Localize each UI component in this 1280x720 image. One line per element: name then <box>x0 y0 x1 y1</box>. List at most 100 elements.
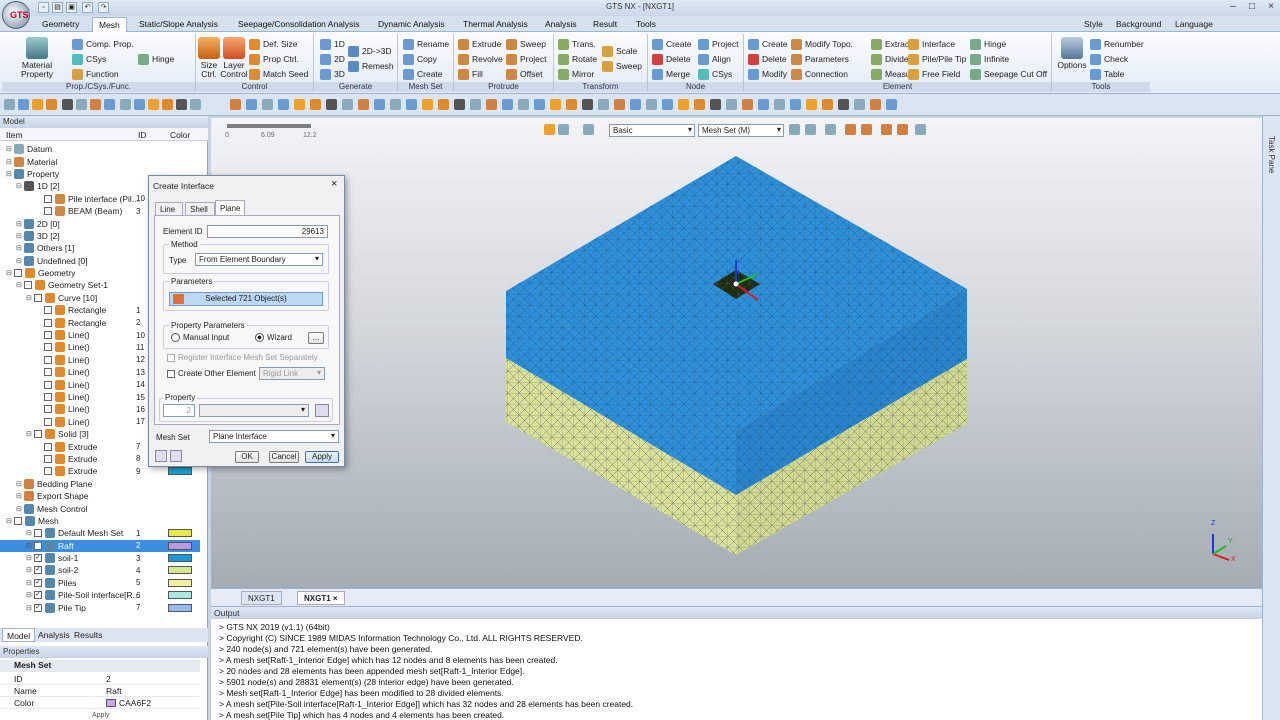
close-icon[interactable]: × <box>1262 0 1280 14</box>
expand-icon[interactable]: ⊟ <box>6 145 14 153</box>
toolbar-icon[interactable] <box>104 99 115 110</box>
toolbar-icon[interactable] <box>518 99 529 110</box>
csys-button[interactable]: CSys <box>72 52 106 66</box>
expand-icon[interactable]: ⊟ <box>16 480 24 488</box>
visibility-checkbox[interactable] <box>44 318 52 327</box>
toolbar-icon[interactable] <box>550 99 561 110</box>
expand-icon[interactable]: ⊟ <box>6 170 14 178</box>
toolbar-icon[interactable] <box>534 99 545 110</box>
tree-item[interactable]: ⊟ Bedding Plane <box>0 478 200 490</box>
manual-input-radio[interactable]: Manual Input <box>171 333 229 342</box>
visibility-checkbox[interactable]: ✓ <box>34 566 42 575</box>
column-id[interactable]: ID <box>138 130 147 140</box>
mesh-set-field[interactable]: Plane Interface ▾ <box>209 430 339 443</box>
rigid-link-select[interactable]: Rigid Link ▾ <box>259 367 325 380</box>
extrude-button[interactable]: Extrude <box>458 37 501 51</box>
visibility-checkbox[interactable] <box>44 467 52 476</box>
create-other-element-checkbox[interactable]: Create Other Element <box>167 369 256 378</box>
tree-item[interactable]: ⊟ Mesh <box>0 515 200 527</box>
toolbar-icon[interactable] <box>502 99 513 110</box>
toolbar-icon[interactable] <box>694 99 705 110</box>
toolbar-icon[interactable] <box>566 99 577 110</box>
tab-results[interactable]: Results <box>70 628 106 642</box>
toolbar-icon[interactable] <box>342 99 353 110</box>
infinite-button[interactable]: Infinite <box>970 52 1009 66</box>
node-merge-button[interactable]: Merge <box>652 67 690 81</box>
toolbar-icon[interactable] <box>278 99 289 110</box>
toolbar-icon[interactable] <box>662 99 673 110</box>
element-create-button[interactable]: Create <box>748 37 788 51</box>
comp-prop-button[interactable]: Comp. Prop. <box>72 37 134 51</box>
seepage-cut-off-button[interactable]: Seepage Cut Off <box>970 67 1047 81</box>
tab-dynamic-analysis[interactable]: Dynamic Analysis <box>372 17 451 32</box>
tree-item-color-swatch[interactable] <box>168 591 192 600</box>
property-id-field[interactable]: 2 <box>163 404 195 417</box>
expand-icon[interactable]: ⊟ <box>6 158 14 166</box>
visibility-checkbox[interactable] <box>44 207 52 216</box>
tree-item[interactable]: ⊟ Datum <box>0 143 200 155</box>
toolbar-icon[interactable] <box>294 99 305 110</box>
toolbar-icon[interactable] <box>822 99 833 110</box>
toolbar-icon[interactable] <box>148 99 159 110</box>
tree-item[interactable]: ⊟ ✓ Piles 5 <box>0 577 200 589</box>
def-size-button[interactable]: Def. Size <box>249 37 298 51</box>
toolbar-icon[interactable] <box>454 99 465 110</box>
visibility-checkbox[interactable]: ✓ <box>34 603 42 612</box>
toolbar-icon[interactable] <box>326 99 337 110</box>
visibility-checkbox[interactable] <box>44 393 52 401</box>
toolbar-icon[interactable] <box>854 99 865 110</box>
tree-item-color-swatch[interactable] <box>168 554 192 563</box>
element-hinge-button[interactable]: Hinge <box>970 37 1006 51</box>
node-csys-button[interactable]: CSys <box>698 67 732 81</box>
match-seed-button[interactable]: Match Seed <box>249 67 308 81</box>
expand-icon[interactable]: ⊟ <box>26 604 34 612</box>
minimize-icon[interactable]: – <box>1224 0 1242 14</box>
expand-icon[interactable]: ⊟ <box>6 517 14 525</box>
expand-icon[interactable]: ⊟ <box>26 579 34 587</box>
tab-static-slope-analysis[interactable]: Static/Slope Analysis <box>133 17 224 32</box>
tree-item[interactable]: ⊟ ✓ Raft 2 <box>0 539 200 552</box>
toolbar-icon[interactable] <box>614 99 625 110</box>
expand-icon[interactable]: ⊟ <box>26 430 34 438</box>
tree-item-color-swatch[interactable] <box>168 541 192 550</box>
visibility-checkbox[interactable] <box>44 442 52 451</box>
pile-pile-tip-button[interactable]: Pile/Pile Tip <box>908 52 966 66</box>
toolbar-icon[interactable] <box>134 99 145 110</box>
renumber-button[interactable]: Renumber <box>1090 37 1144 51</box>
material-property-button[interactable]: Material Property <box>6 37 68 79</box>
visibility-checkbox[interactable] <box>44 306 52 315</box>
column-item[interactable]: Item <box>6 130 23 140</box>
tab-tools[interactable]: Tools <box>630 17 662 32</box>
toolbar-icon[interactable] <box>422 99 433 110</box>
generate-2d-to-3d-button[interactable]: 2D->3D <box>348 44 392 58</box>
visibility-checkbox[interactable] <box>44 194 52 203</box>
tab-model[interactable]: Model <box>2 628 36 642</box>
copy-button[interactable]: Copy <box>403 52 437 66</box>
tree-item-color-swatch[interactable] <box>168 578 192 587</box>
options-button[interactable]: Options <box>1054 37 1090 70</box>
ok-button[interactable]: OK <box>235 451 259 463</box>
close-icon[interactable]: × <box>333 594 338 603</box>
redo-icon[interactable]: ↷ <box>98 2 109 13</box>
visibility-checkbox[interactable] <box>44 417 52 426</box>
tree-item[interactable]: ⊟ Material <box>0 155 200 167</box>
tab-result[interactable]: Result <box>587 17 623 32</box>
tab-line[interactable]: Line <box>155 202 183 215</box>
wizard-more-button[interactable]: ... <box>308 332 324 344</box>
register-separately-checkbox[interactable]: Register Interface Mesh Set Separately <box>167 353 318 362</box>
visibility-checkbox[interactable] <box>24 281 32 290</box>
visibility-checkbox[interactable] <box>44 454 52 463</box>
tree-item-color-swatch[interactable] <box>168 566 192 575</box>
extract-button[interactable]: Extract <box>871 37 911 51</box>
transform-sweep-button[interactable]: Sweep <box>602 59 642 73</box>
rename-button[interactable]: Rename <box>403 37 449 51</box>
visibility-checkbox[interactable] <box>34 529 42 538</box>
hinge-button[interactable]: Hinge <box>138 52 174 66</box>
visibility-checkbox[interactable] <box>14 516 22 525</box>
visibility-checkbox[interactable] <box>44 368 52 377</box>
remesh-button[interactable]: Remesh <box>348 59 394 73</box>
toolbar-icon[interactable] <box>598 99 609 110</box>
toolbar-icon[interactable] <box>262 99 273 110</box>
toolbar-icon[interactable] <box>742 99 753 110</box>
toolbar-icon[interactable] <box>758 99 769 110</box>
